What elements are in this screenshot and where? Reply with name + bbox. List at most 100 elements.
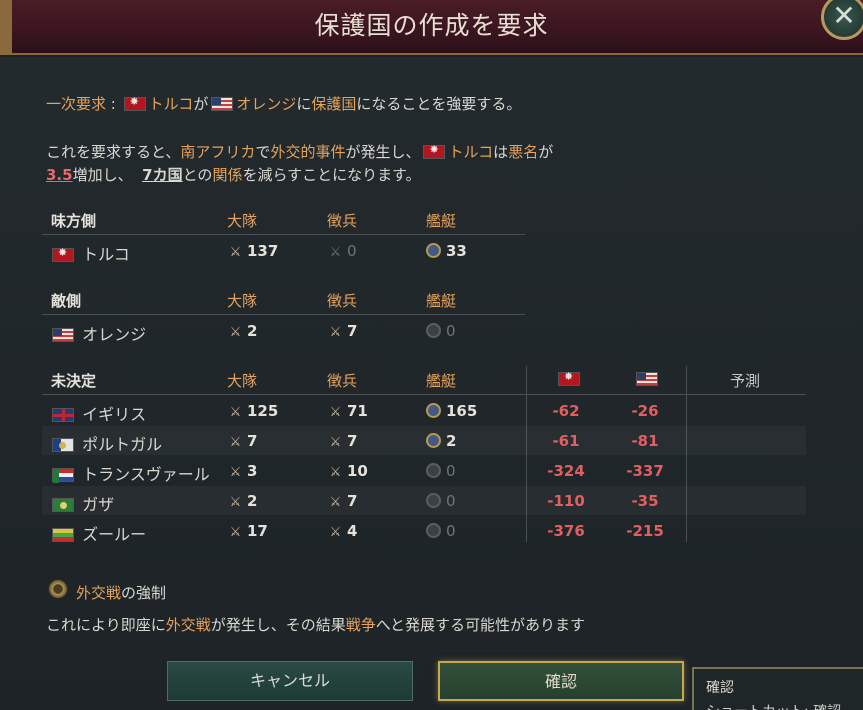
actor-link[interactable]: トルコ: [448, 143, 493, 161]
relation-turkey-cell: -62: [552, 402, 580, 420]
target-name[interactable]: オレンジ: [236, 95, 296, 113]
undecided-row-zulu[interactable]: ズールー: [49, 521, 146, 545]
consequence-line-2: 3.5増加し、 7カ国との関係を減らすことになります。: [46, 166, 421, 184]
battalion-icon: ⚔: [229, 525, 242, 540]
flotillas-column-header: 艦艇: [426, 292, 457, 310]
relation-orange-cell: -215: [626, 522, 664, 540]
transvaal-flag-icon: [52, 468, 74, 483]
conscript-icon: ⚔: [329, 525, 342, 540]
conscripts-column-header: 徴兵: [327, 372, 358, 390]
conscripts-cell: ⚔ 10: [327, 462, 368, 480]
force-war-description: これにより即座に外交戦が発生し、その結果戦争へと発展する可能性があります: [46, 616, 586, 634]
ally-flotillas: 33: [426, 242, 467, 260]
affected-countries-link[interactable]: 7カ国: [142, 166, 182, 184]
battalion-icon: ⚔: [229, 435, 242, 450]
confirm-button[interactable]: 確認: [438, 661, 684, 701]
infamy-link[interactable]: 悪名: [508, 143, 538, 161]
undecided-divider: [42, 394, 806, 395]
consequence-line-1: これを要求すると、南アフリカで外交的事件が発生し、トルコは悪名が: [46, 141, 553, 162]
battalions-cell: ⚔ 7: [227, 432, 258, 450]
undecided-row-uk[interactable]: イギリス: [49, 401, 146, 425]
dialog-title: 保護国の作成を要求: [314, 11, 549, 40]
uk-flag-icon: [52, 408, 74, 422]
zulu-flag-icon: [52, 528, 74, 542]
orange-flag-icon: [636, 372, 658, 386]
dialog-header: 保護国の作成を要求: [0, 0, 863, 55]
flotillas-column-header: 艦艇: [426, 372, 457, 390]
flotilla-icon: [426, 493, 441, 508]
actor-name[interactable]: トルコ: [149, 95, 194, 113]
conscripts-cell: ⚔ 7: [327, 492, 358, 510]
battalions-cell: ⚔ 125: [227, 402, 279, 420]
enemies-header: 敵側: [51, 292, 82, 310]
tooltip-title: 確認: [706, 680, 734, 696]
gaza-flag-icon: [52, 498, 74, 512]
battalion-icon: ⚔: [229, 325, 242, 340]
relation-turkey-cell: -376: [547, 522, 585, 540]
battalions-column-header: 大隊: [227, 292, 258, 310]
allies-header: 味方側: [51, 212, 97, 230]
ally-row-turkey[interactable]: トルコ: [49, 241, 130, 265]
turkey-flag-icon: [123, 95, 146, 111]
battalions-cell: ⚔ 17: [227, 522, 268, 540]
flotillas-cell: 165: [426, 402, 477, 420]
ally-conscripts: ⚔ 0: [327, 242, 357, 260]
battalion-icon: ⚔: [229, 465, 242, 480]
status-name[interactable]: 保護国: [311, 95, 356, 113]
enemy-conscripts: ⚔ 7: [327, 322, 358, 340]
conscripts-cell: ⚔ 7: [327, 432, 358, 450]
relation-turkey-header: [555, 370, 583, 388]
cancel-button[interactable]: キャンセル: [167, 661, 413, 701]
flotilla-icon: [426, 463, 441, 478]
ally-battalions: ⚔ 137: [227, 242, 279, 260]
relation-orange-cell: -35: [631, 492, 659, 510]
battalion-icon: ⚔: [229, 245, 242, 260]
turkey-flag-icon: [423, 143, 446, 159]
infamy-value[interactable]: 3.5: [46, 166, 73, 184]
flotillas-cell: 0: [426, 492, 456, 510]
primary-demand-line: 一次要求 : トルコがオレンジに保護国になることを強要する。: [46, 93, 521, 114]
enemy-row-orange[interactable]: オレンジ: [49, 321, 146, 345]
conscript-icon: ⚔: [329, 465, 342, 480]
conscripts-cell: ⚔ 4: [327, 522, 358, 540]
flotillas-cell: 2: [426, 432, 456, 450]
battalions-column-header: 大隊: [227, 212, 258, 230]
conscripts-column-header: 徴兵: [327, 292, 358, 310]
enemies-divider: [42, 314, 525, 315]
conscript-icon: ⚔: [329, 405, 342, 420]
battalion-icon: ⚔: [229, 495, 242, 510]
undecided-row-transvaal[interactable]: トランスヴァール: [49, 461, 210, 485]
flotillas-cell: 0: [426, 462, 456, 480]
battalions-cell: ⚔ 3: [227, 462, 258, 480]
relation-orange-header: [633, 370, 661, 388]
flotilla-icon: [426, 403, 441, 418]
enemy-flotillas: 0: [426, 322, 456, 340]
turkey-flag-icon: [558, 370, 580, 386]
confirm-tooltip: 確認 ショートカット: 確認: [692, 667, 863, 710]
battalions-cell: ⚔ 2: [227, 492, 258, 510]
row-stripe: [42, 486, 806, 515]
battalions-column-header: 大隊: [227, 372, 258, 390]
relation-orange-cell: -337: [626, 462, 664, 480]
undecided-header: 未決定: [51, 372, 97, 390]
relations-link[interactable]: 関係: [212, 166, 242, 184]
portugal-flag-icon: [52, 438, 74, 452]
conscript-icon: ⚔: [329, 495, 342, 510]
orange-flag-icon: [211, 97, 234, 111]
event-link[interactable]: 外交的事件: [270, 143, 345, 161]
primary-demand-label: 一次要求: [46, 95, 107, 113]
prediction-column-header: 予測: [730, 372, 761, 390]
undecided-row-gaza[interactable]: ガザ: [49, 491, 114, 515]
force-war-radio[interactable]: [48, 579, 68, 599]
conscripts-cell: ⚔ 71: [327, 402, 368, 420]
conscripts-column-header: 徴兵: [327, 212, 358, 230]
region-link[interactable]: 南アフリカ: [180, 143, 255, 161]
undecided-row-portugal[interactable]: ポルトガル: [49, 431, 162, 455]
allies-divider: [42, 234, 525, 235]
close-icon: ✕: [832, 0, 856, 32]
tooltip-shortcut: ショートカット: 確認: [706, 701, 858, 710]
conscript-icon: ⚔: [329, 435, 342, 450]
turkey-flag-icon: [52, 246, 74, 262]
relation-turkey-cell: -324: [547, 462, 585, 480]
force-war-label[interactable]: 外交戦の強制: [76, 582, 166, 603]
